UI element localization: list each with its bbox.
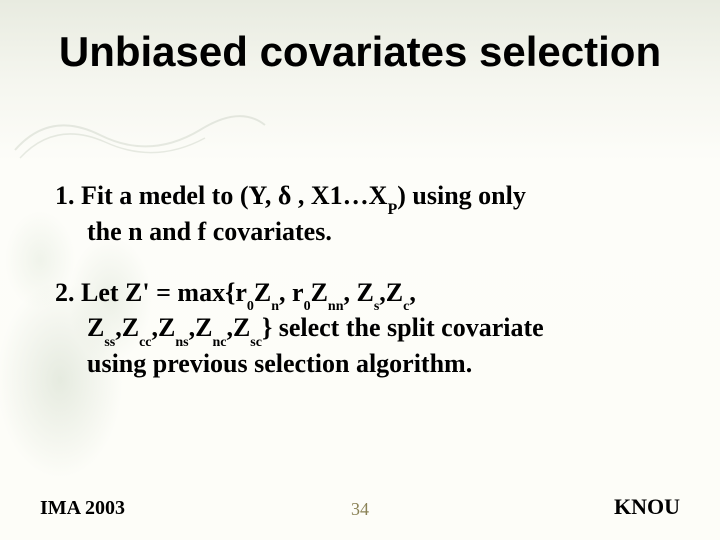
sub-ns: ns bbox=[175, 335, 188, 350]
sub-s: s bbox=[374, 299, 379, 314]
slide-body: 1. Fit a medel to (Y, δ , X1…XP) using o… bbox=[55, 180, 680, 381]
brace: } bbox=[262, 313, 279, 342]
sub-0-1: 0 bbox=[247, 299, 254, 314]
p2-tail2: using previous selection algorithm. bbox=[87, 349, 472, 378]
point-1: 1. Fit a medel to (Y, δ , X1…XP) using o… bbox=[55, 180, 680, 249]
z8: Z bbox=[195, 313, 212, 342]
c4: , bbox=[409, 278, 416, 307]
p1-line2: the n and f covariates. bbox=[87, 217, 332, 246]
sub-nc: nc bbox=[212, 335, 226, 350]
sub-n: n bbox=[271, 299, 279, 314]
p1-text-c: ) using only bbox=[397, 181, 526, 210]
p2-tail1: select the split covariate bbox=[279, 313, 544, 342]
p1-text-a: 1. Fit a medel to (Y, bbox=[55, 181, 278, 210]
sub-p: P bbox=[387, 201, 397, 218]
page-number: 34 bbox=[351, 499, 369, 520]
z5: Z bbox=[87, 313, 104, 342]
z6: Z bbox=[122, 313, 139, 342]
delta-symbol: δ bbox=[278, 181, 292, 210]
z7: Z bbox=[158, 313, 175, 342]
r2: r bbox=[292, 278, 304, 307]
sub-cc: cc bbox=[139, 335, 151, 350]
z4: Z bbox=[386, 278, 403, 307]
footer-left: IMA 2003 bbox=[40, 497, 125, 520]
sub-nn: nn bbox=[328, 299, 344, 314]
sub-ss: ss bbox=[104, 335, 115, 350]
sub-sc: sc bbox=[250, 335, 262, 350]
z9: Z bbox=[233, 313, 250, 342]
point-2: 2. Let Z' = max{r0Zn, r0Znn, Zs,Zc, Zss,… bbox=[55, 277, 680, 381]
slide-title: Unbiased covariates selection bbox=[0, 28, 720, 76]
p2-text-a: 2. Let Z' = max{r bbox=[55, 278, 247, 307]
p1-text-b: , X1…X bbox=[291, 181, 387, 210]
z3: Z bbox=[356, 278, 373, 307]
footer: IMA 2003 34 KNOU bbox=[40, 494, 680, 520]
swirl-decoration bbox=[10, 100, 270, 170]
sub-0-2: 0 bbox=[304, 299, 311, 314]
footer-right: KNOU bbox=[614, 494, 680, 520]
c1: , bbox=[279, 278, 292, 307]
z1: Z bbox=[254, 278, 271, 307]
z2: Z bbox=[311, 278, 328, 307]
c2: , bbox=[343, 278, 356, 307]
sub-c: c bbox=[403, 299, 409, 314]
